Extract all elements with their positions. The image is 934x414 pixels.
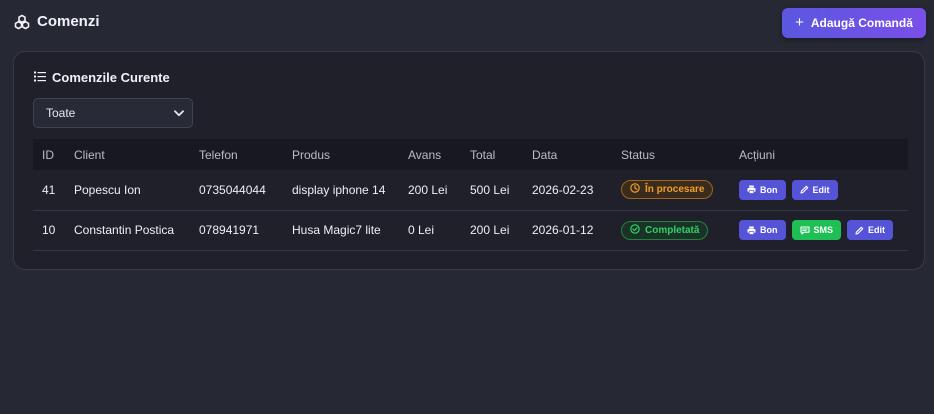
list-icon: [34, 70, 46, 85]
cell-actions: Bon SMS Edit: [730, 210, 908, 251]
current-orders-card: Comenzile Curente Toate ID Client Telefo…: [13, 51, 925, 270]
cell-id: 10: [33, 210, 65, 251]
pencil-icon: [799, 185, 809, 194]
column-header-advance: Avans: [408, 147, 442, 162]
receipt-button[interactable]: Bon: [739, 179, 786, 200]
edit-button[interactable]: Edit: [847, 220, 894, 240]
edit-button[interactable]: Edit: [791, 179, 838, 200]
cell-phone: 0735044044: [190, 170, 283, 211]
status-badge-text: În procesare: [645, 184, 705, 196]
print-icon: [747, 226, 756, 235]
clock-icon: [630, 183, 640, 196]
cell-date: 2026-01-12: [523, 210, 612, 251]
receipt-button[interactable]: Bon: [739, 220, 786, 240]
cell-total: 200 Lei: [461, 210, 523, 251]
cell-phone: 078941971: [190, 210, 283, 251]
message-icon: [799, 225, 810, 235]
table-row: 10 Constantin Postica 078941971 Husa Mag…: [33, 210, 908, 251]
sms-button[interactable]: SMS: [791, 220, 842, 240]
cell-date: 2026-02-23: [523, 170, 612, 211]
cell-total: 500 Lei: [461, 170, 523, 211]
status-filter-value: Toate: [46, 106, 76, 120]
column-header-product: Produs: [292, 147, 331, 162]
page-title: Comenzi: [14, 13, 100, 30]
cell-id: 41: [33, 170, 65, 211]
orders-table: ID Client Telefon Produs Avans Total Dat…: [33, 139, 908, 251]
cell-product: Husa Magic7 lite: [283, 210, 399, 251]
receipt-button-label: Bon: [760, 225, 778, 235]
status-badge-text: Completată: [645, 224, 700, 236]
cell-client: Popescu Ion: [65, 170, 190, 211]
cell-product: display iphone 14: [283, 170, 399, 211]
cell-status: În procesare: [612, 170, 730, 211]
check-circle-icon: [630, 223, 640, 237]
plus-icon: +: [795, 14, 804, 31]
column-header-phone: Telefon: [199, 147, 238, 162]
status-badge: Completată: [621, 220, 709, 240]
cell-status: Completată: [612, 210, 730, 251]
column-header-total: Total: [470, 147, 496, 162]
chevron-down-icon: [174, 109, 184, 117]
add-order-label: Adaugă Comandă: [810, 16, 913, 30]
receipt-button-label: Bon: [760, 184, 778, 195]
status-badge: În procesare: [621, 180, 714, 200]
column-header-client: Client: [74, 147, 105, 162]
column-header-id: ID: [42, 147, 54, 162]
table-header-row: ID Client Telefon Produs Avans Total Dat…: [33, 139, 908, 170]
pencil-icon: [855, 226, 864, 235]
cell-advance: 200 Lei: [399, 170, 461, 211]
sms-button-label: SMS: [813, 225, 834, 235]
page-title-text: Comenzi: [37, 13, 100, 30]
print-icon: [747, 185, 756, 195]
cell-actions: Bon Edit: [730, 170, 908, 211]
column-header-status: Status: [621, 147, 656, 162]
cubes-icon: [14, 14, 30, 30]
edit-button-label: Edit: [868, 225, 886, 235]
card-title-text: Comenzile Curente: [52, 70, 170, 85]
card-title: Comenzile Curente: [34, 70, 170, 85]
cell-advance: 0 Lei: [399, 210, 461, 251]
edit-button-label: Edit: [812, 184, 830, 195]
table-row: 41 Popescu Ion 0735044044 display iphone…: [33, 170, 908, 211]
column-header-actions: Acțiuni: [739, 147, 776, 162]
status-filter-select[interactable]: Toate: [33, 98, 193, 128]
cell-client: Constantin Postica: [65, 210, 190, 251]
add-order-button[interactable]: + Adaugă Comandă: [782, 8, 926, 38]
top-bar: Comenzi + Adaugă Comandă: [0, 0, 934, 46]
column-header-date: Data: [532, 147, 558, 162]
